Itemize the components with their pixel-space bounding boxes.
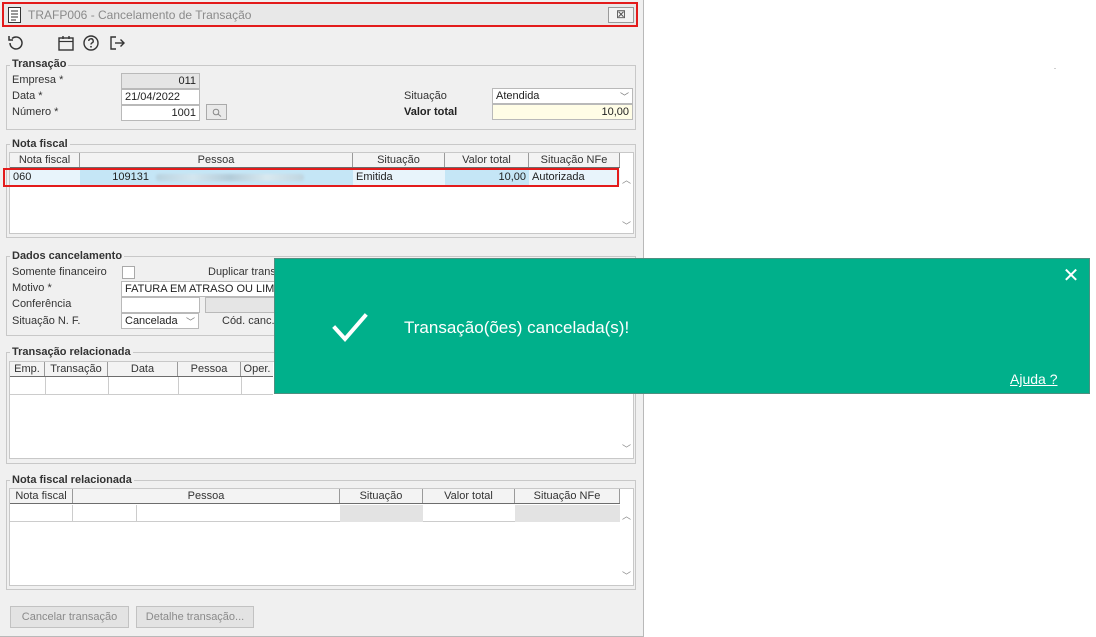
situacao-nf-label: Situação N. F. — [12, 315, 81, 327]
column-header[interactable]: Situação — [353, 153, 445, 167]
window-close-button[interactable]: ⊠ — [608, 7, 634, 23]
toast-help-link[interactable]: Ajuda ? — [1010, 371, 1057, 387]
cod-canc-label: Cód. canc. — [222, 315, 275, 327]
conferencia-desc-field — [205, 297, 276, 313]
table-header: Nota fiscal Pessoa Situação Valor total … — [10, 153, 620, 168]
column-header[interactable]: Situação NFe — [529, 153, 620, 167]
column-header[interactable]: Transação — [45, 362, 108, 376]
check-icon — [332, 313, 368, 343]
scroll-down-icon[interactable]: ﹀ — [622, 442, 631, 455]
situacao-value: Atendida — [496, 90, 540, 102]
nota-fiscal-relacionada-title: Nota fiscal relacionada — [10, 474, 134, 486]
stray-pixel — [1054, 68, 1056, 69]
somente-financeiro-checkbox[interactable] — [122, 266, 135, 279]
column-header[interactable]: Nota fiscal — [10, 489, 73, 503]
exit-icon[interactable] — [108, 34, 126, 52]
toast-close-icon[interactable]: ✕ — [1059, 263, 1083, 287]
valor-total-field: 10,00 — [492, 104, 633, 120]
numero-label: Número * — [12, 106, 59, 118]
column-header[interactable]: Pessoa — [80, 153, 353, 167]
search-icon — [212, 108, 222, 117]
column-header[interactable]: Valor total — [423, 489, 515, 503]
conferencia-field[interactable] — [121, 297, 200, 313]
chevron-down-icon: ﹀ — [185, 317, 195, 327]
table-header: Emp. Transação Data Pessoa Oper. — [10, 362, 273, 377]
scroll-down-icon[interactable]: ﹀ — [622, 569, 631, 582]
column-header[interactable]: Pessoa — [178, 362, 241, 376]
column-header[interactable]: Situação NFe — [515, 489, 620, 503]
calendar-icon[interactable] — [57, 34, 75, 52]
search-button[interactable] — [206, 104, 227, 120]
duplicar-label: Duplicar trans — [208, 266, 276, 278]
column-header[interactable]: Pessoa — [73, 489, 340, 503]
title-bar: TRAFP006 - Cancelamento de Transação ⊠ — [2, 2, 638, 27]
valor-total-label: Valor total — [404, 106, 458, 118]
table-row[interactable] — [10, 505, 620, 522]
empresa-field: 011 — [121, 73, 200, 89]
motivo-label: Motivo * — [12, 282, 52, 294]
scroll-up-icon[interactable]: ︿ — [622, 173, 631, 186]
column-header[interactable]: Valor total — [445, 153, 529, 167]
empresa-label: Empresa * — [12, 74, 64, 86]
somente-financeiro-label: Somente financeiro — [12, 266, 107, 278]
cancelar-transacao-button[interactable]: Cancelar transação — [10, 606, 129, 628]
scroll-up-icon[interactable]: ︿ — [622, 509, 631, 522]
column-header[interactable]: Situação — [340, 489, 423, 503]
nota-fiscal-table: Nota fiscal Pessoa Situação Valor total … — [3, 152, 634, 234]
refresh-icon[interactable] — [6, 34, 24, 52]
document-icon — [8, 7, 21, 23]
situacao-label: Situação — [404, 90, 447, 102]
toast-message: Transação(ões) cancelada(s)! — [404, 318, 630, 337]
help-icon[interactable] — [82, 34, 100, 52]
conferencia-label: Conferência — [12, 298, 72, 310]
motivo-field[interactable]: FATURA EM ATRASO OU LIMITE — [121, 281, 276, 297]
detalhe-transacao-button[interactable]: Detalhe transação... — [136, 606, 254, 628]
column-header[interactable]: Emp. — [10, 362, 45, 376]
situacao-select[interactable]: Atendida ﹀ — [492, 88, 633, 104]
dados-cancelamento-title: Dados cancelamento — [10, 250, 125, 262]
column-header[interactable]: Data — [108, 362, 178, 376]
column-header[interactable]: Nota fiscal — [10, 153, 80, 167]
window-title: TRAFP006 - Cancelamento de Transação — [28, 8, 252, 22]
column-header[interactable]: Oper. — [241, 362, 273, 376]
success-toast: Transação(ões) cancelada(s)! Ajuda ? ✕ — [274, 258, 1090, 394]
nota-fiscal-relacionada-table: Nota fiscal Pessoa Situação Valor total … — [9, 488, 634, 586]
table-header: Nota fiscal Pessoa Situação Valor total … — [10, 489, 620, 504]
nota-fiscal-group-title: Nota fiscal — [10, 138, 70, 150]
numero-field[interactable]: 1001 — [121, 105, 200, 121]
data-label: Data * — [12, 90, 43, 102]
data-field[interactable]: 21/04/2022 — [121, 89, 200, 105]
highlight-box — [3, 168, 619, 187]
situacao-nf-select[interactable]: Cancelada ﹀ — [121, 313, 199, 329]
situacao-nf-value: Cancelada — [125, 315, 178, 327]
transaction-group-title: Transação — [10, 58, 69, 70]
chevron-down-icon: ﹀ — [619, 92, 629, 102]
transacao-relacionada-title: Transação relacionada — [10, 346, 133, 358]
scroll-down-icon[interactable]: ﹀ — [622, 219, 631, 232]
table-row[interactable] — [10, 377, 273, 395]
